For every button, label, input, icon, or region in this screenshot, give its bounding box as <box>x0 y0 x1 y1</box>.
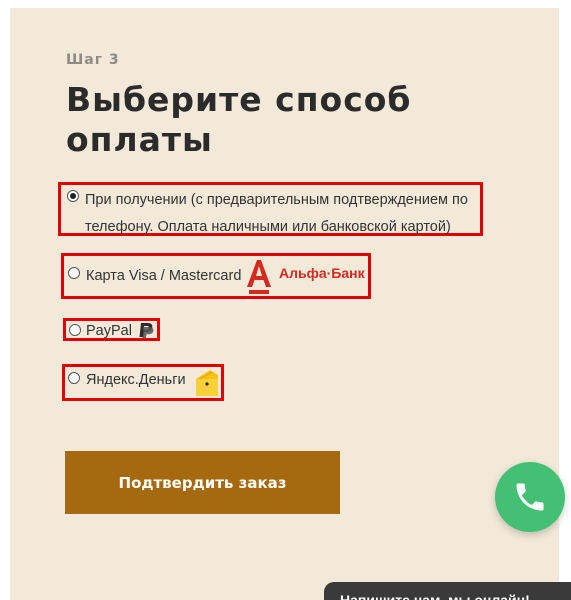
chat-widget-bar[interactable]: Напишите нам, мы онлайн! <box>324 582 571 600</box>
radio-icon[interactable] <box>68 267 80 279</box>
confirm-order-button[interactable]: Подтвердить заказ <box>65 451 340 514</box>
payment-option-paypal[interactable]: PayPal <box>63 318 160 341</box>
payment-option-label: Карта Visa / Mastercard <box>86 268 242 284</box>
payment-option-card[interactable]: Карта Visa / Mastercard Альфа·Банк <box>61 253 371 299</box>
payment-option-cash-on-delivery[interactable]: При получении (с предварительным подтвер… <box>58 182 483 236</box>
radio-icon[interactable] <box>69 324 81 336</box>
payment-option-label: Яндекс.Деньги <box>86 372 186 388</box>
chat-widget-text: Напишите нам, мы онлайн! <box>340 592 530 600</box>
page-title: Выберите способ оплаты <box>66 80 412 159</box>
payment-option-yandex-money[interactable]: Яндекс.Деньги <box>62 364 224 401</box>
paypal-icon <box>139 323 154 338</box>
alfa-bank-logo <box>247 260 271 294</box>
yandex-money-icon <box>196 370 218 396</box>
step-label: Шаг 3 <box>66 52 120 68</box>
payment-option-label: При получении (с предварительным подтвер… <box>85 192 468 235</box>
alfa-bank-logo-text: Альфа·Банк <box>279 265 365 281</box>
call-button[interactable] <box>495 462 565 532</box>
phone-icon <box>516 483 544 511</box>
payment-option-label: PayPal <box>86 323 132 339</box>
radio-icon[interactable] <box>68 372 80 384</box>
radio-icon[interactable] <box>67 190 79 202</box>
